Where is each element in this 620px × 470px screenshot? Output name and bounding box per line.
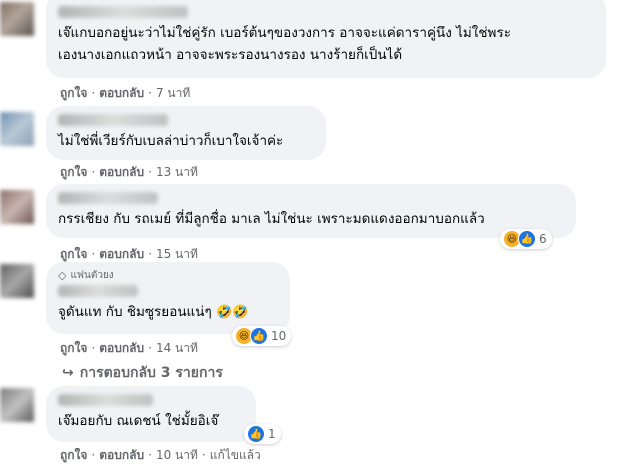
reply-link[interactable]: ตอบกลับ	[99, 341, 144, 355]
reaction-summary[interactable]: 😆 👍 10	[232, 326, 292, 346]
diamond-icon: ◇	[58, 269, 67, 282]
reply-link[interactable]: ตอบกลับ	[99, 165, 144, 179]
comment-text: จูดันแท กับ ชิมซูรยอนแน่ๆ 🤣🤣	[58, 301, 278, 324]
comment-line: จูดันแท กับ ชิมซูรยอนแน่ๆ	[58, 304, 212, 320]
comment-actions: ถูกใจ · ตอบกลับ · 13 นาที	[60, 165, 198, 179]
like-reaction-icon: 👍	[250, 327, 268, 345]
comment-text: ไม่ใช่พี่เวียร์กับเบลล่าบ่าวก็เบาใจเจ้าค…	[58, 133, 284, 149]
timestamp[interactable]: 13 นาที	[156, 165, 198, 179]
fan-badge-label: แฟนตัวยง	[70, 270, 114, 281]
comment-actions: ถูกใจ · ตอบกลับ · 14 นาที	[60, 341, 198, 355]
reply-link[interactable]: ตอบกลับ	[99, 448, 144, 462]
view-replies-label: การตอบกลับ 3 รายการ	[79, 365, 223, 381]
timestamp[interactable]: 10 นาที	[156, 448, 198, 462]
avatar[interactable]	[0, 264, 34, 298]
reply-arrow-icon: ↪	[62, 365, 74, 381]
commenter-name[interactable]	[58, 394, 153, 406]
reply-link[interactable]: ตอบกลับ	[99, 86, 144, 100]
reaction-summary[interactable]: 😆 👍 6	[500, 229, 552, 249]
avatar[interactable]	[0, 2, 34, 36]
comment-actions: ถูกใจ · ตอบกลับ · 7 นาที	[60, 86, 191, 100]
like-link[interactable]: ถูกใจ	[60, 448, 87, 462]
timestamp[interactable]: 7 นาที	[156, 86, 190, 100]
comment-bubble: เจ๊มอยกับ ณเดชน์ ใช่มั้ยอิเจ๊	[46, 386, 256, 442]
comment-actions: ถูกใจ · ตอบกลับ · 10 นาที · แก้ไขแล้ว	[60, 448, 261, 462]
reaction-count: 10	[271, 329, 287, 343]
commenter-name[interactable]	[58, 114, 168, 126]
edited-label[interactable]: แก้ไขแล้ว	[210, 448, 261, 462]
comment-text: เจ๊แกบอกอยู่นะว่าไม่ใช่คู่รัก เบอร์ต้นๆข…	[58, 22, 594, 66]
comment-bubble: กรรเชียง กับ รถเมย์ ที่มีลูกชื่อ มาเล ไม…	[46, 184, 576, 238]
comment-bubble: ◇ แฟนตัวยง จูดันแท กับ ชิมซูรยอนแน่ๆ 🤣🤣	[46, 262, 290, 334]
like-link[interactable]: ถูกใจ	[60, 165, 87, 179]
commenter-name[interactable]	[58, 192, 158, 204]
reaction-count: 1	[268, 427, 276, 441]
timestamp[interactable]: 15 นาที	[156, 247, 198, 261]
avatar[interactable]	[0, 112, 34, 146]
view-replies-link[interactable]: ↪ การตอบกลับ 3 รายการ	[62, 362, 223, 384]
reaction-summary[interactable]: 👍 1	[244, 424, 281, 444]
comment-bubble: เจ๊แกบอกอยู่นะว่าไม่ใช่คู่รัก เบอร์ต้นๆข…	[46, 0, 606, 78]
like-reaction-icon: 👍	[247, 425, 265, 443]
comment-text: กรรเชียง กับ รถเมย์ ที่มีลูกชื่อ มาเล ไม…	[58, 211, 485, 227]
avatar[interactable]	[0, 190, 34, 224]
avatar[interactable]	[0, 388, 34, 422]
fan-badge[interactable]: ◇ แฟนตัวยง	[58, 268, 278, 283]
comment-text: เจ๊มอยกับ ณเดชน์ ใช่มั้ยอิเจ๊	[58, 413, 219, 429]
like-link[interactable]: ถูกใจ	[60, 247, 87, 261]
commenter-name[interactable]	[58, 285, 138, 297]
commenter-name[interactable]	[58, 6, 188, 18]
rofl-emoji-icon: 🤣🤣	[216, 305, 249, 320]
reply-link[interactable]: ตอบกลับ	[99, 247, 144, 261]
like-link[interactable]: ถูกใจ	[60, 86, 87, 100]
comment-line: เจ๊แกบอกอยู่นะว่าไม่ใช่คู่รัก เบอร์ต้นๆข…	[58, 25, 511, 41]
like-reaction-icon: 👍	[518, 230, 536, 248]
comment-line: เองนางเอกแถวหน้า อาจจะพระรองนางรอง นางร้…	[58, 47, 403, 63]
like-link[interactable]: ถูกใจ	[60, 341, 87, 355]
comment-bubble: ไม่ใช่พี่เวียร์กับเบลล่าบ่าวก็เบาใจเจ้าค…	[46, 106, 326, 160]
timestamp[interactable]: 14 นาที	[156, 341, 198, 355]
reaction-count: 6	[539, 232, 547, 246]
